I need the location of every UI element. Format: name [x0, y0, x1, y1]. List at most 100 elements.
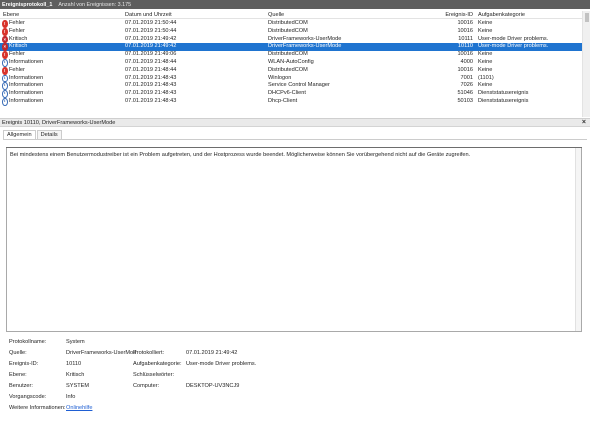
prop-eventid-value: 10110 — [66, 361, 82, 367]
column-source[interactable]: Quelle — [268, 11, 448, 19]
critical-icon: × — [2, 35, 8, 44]
scroll-thumb[interactable] — [585, 13, 589, 22]
cell-category: (1101) — [478, 74, 494, 81]
detail-tabs: Allgemein Details — [3, 130, 63, 139]
log-name: Ereignisprotokoll_1 — [2, 1, 53, 8]
table-row[interactable]: ! Fehler 07.01.2019 21:48:44 DistributedCOM… — [0, 66, 582, 75]
prop-log-value: System — [66, 339, 85, 345]
cell-source: DistributedCOM — [268, 66, 308, 73]
table-row[interactable]: ! Fehler 07.01.2019 21:49:06 DistributedCOM… — [0, 51, 582, 59]
event-count: Anzahl von Ereignissen: 3.175 — [58, 1, 132, 8]
cell-level: Kritisch — [9, 35, 28, 42]
tab-details[interactable]: Details — [36, 130, 62, 139]
cell-event-id: 4000 — [460, 58, 473, 65]
cell-source: Service Control Manager — [268, 82, 330, 89]
table-row[interactable]: i Informationen 07.01.2019 21:48:43 DHCPv6-… — [0, 90, 582, 98]
prop-log-label: Protokollname: — [9, 339, 47, 345]
close-icon[interactable]: × — [582, 119, 586, 127]
prop-taskcat-label: Aufgabenkategorie: — [133, 361, 182, 367]
column-level[interactable]: Ebene — [3, 11, 113, 19]
cell-source: Winlogon — [268, 74, 292, 81]
cell-date: 07.01.2019 21:49:42 — [125, 43, 177, 50]
error-icon: ! — [2, 20, 8, 28]
table-row[interactable]: i Informationen 07.01.2019 21:48:43 Winlogo… — [0, 74, 582, 83]
prop-computer-label: Computer: — [133, 383, 160, 389]
error-icon: ! — [2, 27, 8, 36]
tab-divider — [3, 139, 587, 140]
prop-user-label: Benutzer: — [9, 383, 33, 389]
column-header: Ebene Datum und Uhrzeit Quelle Ereignis-… — [0, 11, 582, 19]
detail-title: Ereignis 10110, DriverFrameworks-UserMod… — [2, 119, 116, 126]
cell-source: Dhcp-Client — [268, 97, 298, 104]
cell-source: WLAN-AutoConfig — [268, 58, 314, 65]
cell-event-id: 7001 — [460, 74, 473, 81]
cell-date: 07.01.2019 21:48:44 — [125, 58, 177, 65]
cell-source: DriverFrameworks-UserMode — [268, 43, 342, 50]
table-row[interactable]: × Kritisch 07.01.2019 21:49:42 DriverFramew… — [0, 35, 582, 44]
cell-level: Fehler — [9, 27, 25, 34]
cell-category: Keine — [478, 20, 493, 26]
event-properties: Protokollname: System Quelle: DriverFram… — [9, 339, 579, 419]
cell-level: Informationen — [9, 82, 44, 89]
prop-logged-label: Protokolliert: — [133, 350, 165, 356]
table-row[interactable]: × Kritisch 07.01.2019 21:49:42 DriverFramew… — [0, 43, 582, 52]
cell-category: User-mode Driver problems. — [478, 35, 549, 42]
cell-level: Fehler — [9, 51, 25, 58]
event-message-box[interactable]: Bei mindestens einem Benutzermodustreibe… — [6, 147, 582, 332]
prop-computer-value: DESKTOP-UV3NCJ9 — [186, 383, 240, 389]
cell-event-id: 10110 — [457, 43, 473, 50]
info-icon: i — [2, 97, 8, 106]
cell-level: Informationen — [9, 90, 44, 97]
tab-general[interactable]: Allgemein — [3, 130, 36, 139]
cell-category: Dienststatusereignis — [478, 90, 529, 97]
prop-level-value: Kritisch — [66, 372, 85, 378]
message-top-border — [6, 147, 582, 150]
table-row[interactable]: ! Fehler 07.01.2019 21:50:44 DistributedCOM… — [0, 20, 582, 28]
cell-level: Fehler — [9, 66, 25, 73]
cell-category: Keine — [478, 27, 493, 34]
cell-event-id: 10111 — [458, 35, 473, 42]
cell-source: DHCPv6-Client — [268, 90, 306, 97]
message-scrollbar[interactable] — [575, 148, 581, 331]
cell-event-id: 7026 — [460, 82, 473, 89]
cell-event-id: 10016 — [457, 20, 473, 26]
table-row[interactable]: i Informationen 07.01.2019 21:48:44 WLAN-Au… — [0, 58, 582, 67]
column-category[interactable]: Aufgabenkategorie — [478, 11, 578, 19]
column-date[interactable]: Datum und Uhrzeit — [125, 11, 265, 19]
cell-date: 07.01.2019 21:48:43 — [125, 82, 177, 89]
online-help-link[interactable]: Onlinehilfe — [66, 405, 92, 411]
table-row[interactable]: i Informationen 07.01.2019 21:48:43 Dhcp-Cl… — [0, 97, 582, 106]
info-icon: i — [2, 58, 8, 67]
event-list-scrollbar[interactable] — [582, 11, 590, 117]
log-title-bar: Ereignisprotokoll_1 Anzahl von Ereigniss… — [0, 0, 590, 9]
cell-category: Keine — [478, 66, 493, 73]
cell-event-id: 10016 — [457, 27, 473, 34]
table-row[interactable]: ! Fehler 07.01.2019 21:50:44 DistributedCOM… — [0, 27, 582, 36]
cell-category: Keine — [478, 58, 493, 65]
prop-eventid-label: Ereignis-ID: — [9, 361, 39, 367]
prop-moreinfo-label: Weitere Informationen: — [9, 405, 66, 411]
cell-source: DistributedCOM — [268, 27, 308, 34]
info-icon: i — [2, 90, 8, 98]
prop-opcode-value: Info — [66, 394, 76, 400]
cell-level: Kritisch — [9, 43, 28, 50]
table-row[interactable]: i Informationen 07.01.2019 21:48:43 Service… — [0, 82, 582, 91]
cell-date: 07.01.2019 21:50:44 — [125, 27, 177, 34]
cell-date: 07.01.2019 21:48:43 — [125, 97, 177, 104]
cell-event-id: 10016 — [457, 51, 473, 58]
detail-header: Ereignis 10110, DriverFrameworks-UserMod… — [0, 118, 590, 127]
prop-source-value: DriverFrameworks-UserMod — [66, 350, 137, 356]
event-message: Bei mindestens einem Benutzermodustreibe… — [10, 152, 471, 158]
cell-category: Keine — [478, 82, 493, 89]
cell-source: DistributedCOM — [268, 51, 308, 58]
cell-category: Dienststatusereignis — [478, 97, 529, 104]
error-icon: ! — [2, 51, 8, 59]
prop-opcode-label: Vorgangscode: — [9, 394, 47, 400]
prop-taskcat-value: User-mode Driver problems. — [186, 361, 257, 367]
cell-date: 07.01.2019 21:49:42 — [125, 35, 177, 42]
cell-date: 07.01.2019 21:48:43 — [125, 74, 177, 81]
column-event-id[interactable]: Ereignis-ID — [435, 11, 473, 19]
cell-date: 07.01.2019 21:49:06 — [125, 51, 177, 58]
cell-date: 07.01.2019 21:50:44 — [125, 20, 177, 26]
cell-level: Informationen — [9, 58, 44, 65]
